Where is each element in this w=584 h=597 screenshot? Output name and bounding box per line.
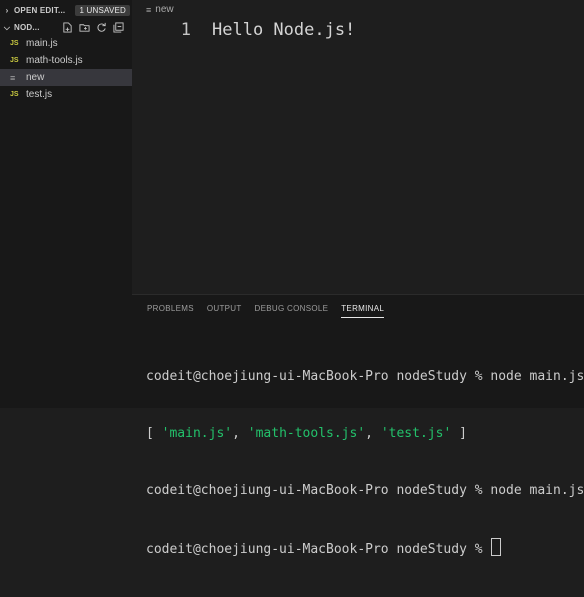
tab-terminal[interactable]: TERMINAL <box>341 304 385 318</box>
js-file-icon: JS <box>10 40 19 47</box>
chevron-right-icon: › <box>5 6 9 15</box>
text-file-icon: ≡ <box>10 72 16 83</box>
js-file-icon: JS <box>10 57 19 64</box>
file-item-main-js[interactable]: JS main.js <box>0 35 132 52</box>
tab-debug-console[interactable]: DEBUG CONSOLE <box>255 304 329 318</box>
breadcrumb-file: new <box>155 4 174 15</box>
string-value: 'main.js' <box>161 426 233 441</box>
explorer-toolbar <box>62 22 124 33</box>
code-line[interactable]: 1 Hello Node.js! <box>132 20 356 40</box>
unsaved-badge: 1 UNSAVED <box>75 5 130 16</box>
terminal-cursor[interactable] <box>491 538 502 556</box>
editor-area[interactable]: ≡ new 1 Hello Node.js! <box>132 0 584 294</box>
string-value: 'math-tools.js' <box>247 426 366 441</box>
text-file-icon: ≡ <box>146 4 152 15</box>
code-text[interactable]: Hello Node.js! <box>212 20 355 40</box>
file-list: JS main.js JS math-tools.js ≡ new JS tes… <box>0 35 132 103</box>
open-editors-label: OPEN EDIT... <box>14 6 66 15</box>
file-name: math-tools.js <box>26 55 83 66</box>
breadcrumb[interactable]: ≡ new <box>146 4 174 15</box>
new-file-icon[interactable] <box>62 22 73 33</box>
bracket: ] <box>451 426 467 441</box>
terminal-prompt-line: codeit@choejiung-ui-MacBook-Pro nodeStud… <box>146 538 584 559</box>
file-item-test-js[interactable]: JS test.js <box>0 86 132 103</box>
explorer-sidebar: › OPEN EDIT... 1 UNSAVED ⌵ NOD... JS mai… <box>0 0 132 408</box>
bottom-panel: PROBLEMS OUTPUT DEBUG CONSOLE TERMINAL c… <box>132 294 584 557</box>
bracket: [ <box>146 426 162 441</box>
file-name: new <box>26 72 45 83</box>
refresh-icon[interactable] <box>96 22 107 33</box>
terminal-line: codeit@choejiung-ui-MacBook-Pro nodeStud… <box>146 369 584 384</box>
folder-label: NOD... <box>14 23 40 32</box>
tab-problems[interactable]: PROBLEMS <box>147 304 194 318</box>
file-item-new[interactable]: ≡ new <box>0 69 132 86</box>
tab-output[interactable]: OUTPUT <box>207 304 242 318</box>
panel-tabs: PROBLEMS OUTPUT DEBUG CONSOLE TERMINAL <box>147 304 385 318</box>
separator: , <box>232 426 248 441</box>
terminal-line: codeit@choejiung-ui-MacBook-Pro nodeStud… <box>146 483 584 498</box>
terminal-prompt: codeit@choejiung-ui-MacBook-Pro nodeStud… <box>146 542 491 557</box>
separator: , <box>365 426 381 441</box>
terminal-output[interactable]: codeit@choejiung-ui-MacBook-Pro nodeStud… <box>146 329 584 597</box>
file-item-math-tools-js[interactable]: JS math-tools.js <box>0 52 132 69</box>
new-folder-icon[interactable] <box>79 22 90 33</box>
terminal-line: [ 'main.js', 'math-tools.js', 'test.js' … <box>146 424 584 443</box>
chevron-down-icon: ⌵ <box>3 22 11 32</box>
js-file-icon: JS <box>10 91 19 98</box>
collapse-all-icon[interactable] <box>113 22 124 33</box>
file-name: test.js <box>26 89 53 100</box>
file-name: main.js <box>26 38 58 49</box>
string-value: 'test.js' <box>380 426 452 441</box>
line-number: 1 <box>180 20 191 40</box>
